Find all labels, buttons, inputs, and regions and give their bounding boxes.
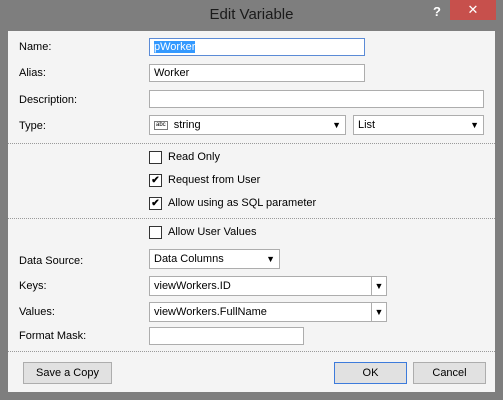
dialog-body: Name: pWorker Alias: Worker Description:…: [8, 31, 495, 392]
alias-label: Alias:: [19, 67, 46, 79]
close-button[interactable]: ✕: [450, 0, 496, 20]
save-copy-button[interactable]: Save a Copy: [23, 362, 112, 384]
read-only-label: Read Only: [168, 151, 220, 163]
chevron-down-icon[interactable]: ▼: [371, 277, 386, 295]
allow-sql-label: Allow using as SQL parameter: [168, 197, 317, 209]
keys-label: Keys:: [19, 280, 47, 292]
checkbox-box: [149, 225, 162, 239]
type-value: string: [173, 119, 201, 131]
format-mask-label: Format Mask:: [19, 330, 87, 342]
values-select[interactable]: viewWorkers.FullName ▼: [149, 302, 387, 322]
divider: [8, 351, 495, 352]
request-from-user-label: Request from User: [168, 174, 261, 186]
divider: [8, 143, 495, 144]
data-source-select[interactable]: Data Columns ▼: [149, 249, 280, 269]
chevron-down-icon: ▼: [266, 254, 275, 264]
keys-select[interactable]: viewWorkers.ID ▼: [149, 276, 387, 296]
title-bar: Edit Variable ? ✕: [0, 0, 503, 31]
chevron-down-icon: ▼: [332, 120, 341, 130]
description-field[interactable]: [149, 90, 484, 108]
name-value: pWorker: [154, 41, 196, 53]
cancel-button[interactable]: Cancel: [413, 362, 486, 384]
type-mode-select[interactable]: List ▼: [353, 115, 484, 135]
check-icon: ✔: [149, 196, 162, 210]
type-select[interactable]: abc string ▼: [149, 115, 346, 135]
request-from-user-checkbox[interactable]: ✔ Request from User: [149, 173, 260, 187]
data-source-label: Data Source:: [19, 255, 84, 267]
help-button[interactable]: ?: [429, 2, 445, 22]
chevron-down-icon: ▼: [470, 120, 479, 130]
allow-user-values-label: Allow User Values: [168, 226, 257, 238]
name-field[interactable]: pWorker: [149, 38, 365, 56]
checkbox-box: [149, 150, 162, 164]
ok-button[interactable]: OK: [334, 362, 407, 384]
format-mask-field[interactable]: [149, 327, 304, 345]
values-value: viewWorkers.FullName: [154, 306, 267, 318]
values-label: Values:: [19, 306, 55, 318]
divider: [8, 218, 495, 219]
window-title: Edit Variable: [209, 6, 294, 23]
type-mode-value: List: [358, 119, 376, 131]
keys-value: viewWorkers.ID: [154, 280, 231, 292]
string-type-icon: abc: [154, 120, 168, 130]
name-label: Name:: [19, 41, 52, 53]
check-icon: ✔: [149, 173, 162, 187]
alias-field[interactable]: Worker: [149, 64, 365, 82]
description-label: Description:: [19, 94, 78, 106]
chevron-down-icon[interactable]: ▼: [371, 303, 386, 321]
allow-user-values-checkbox[interactable]: Allow User Values: [149, 225, 256, 239]
read-only-checkbox[interactable]: Read Only: [149, 150, 220, 164]
data-source-value: Data Columns: [154, 253, 224, 265]
allow-sql-checkbox[interactable]: ✔ Allow using as SQL parameter: [149, 196, 316, 210]
type-label: Type:: [19, 120, 46, 132]
